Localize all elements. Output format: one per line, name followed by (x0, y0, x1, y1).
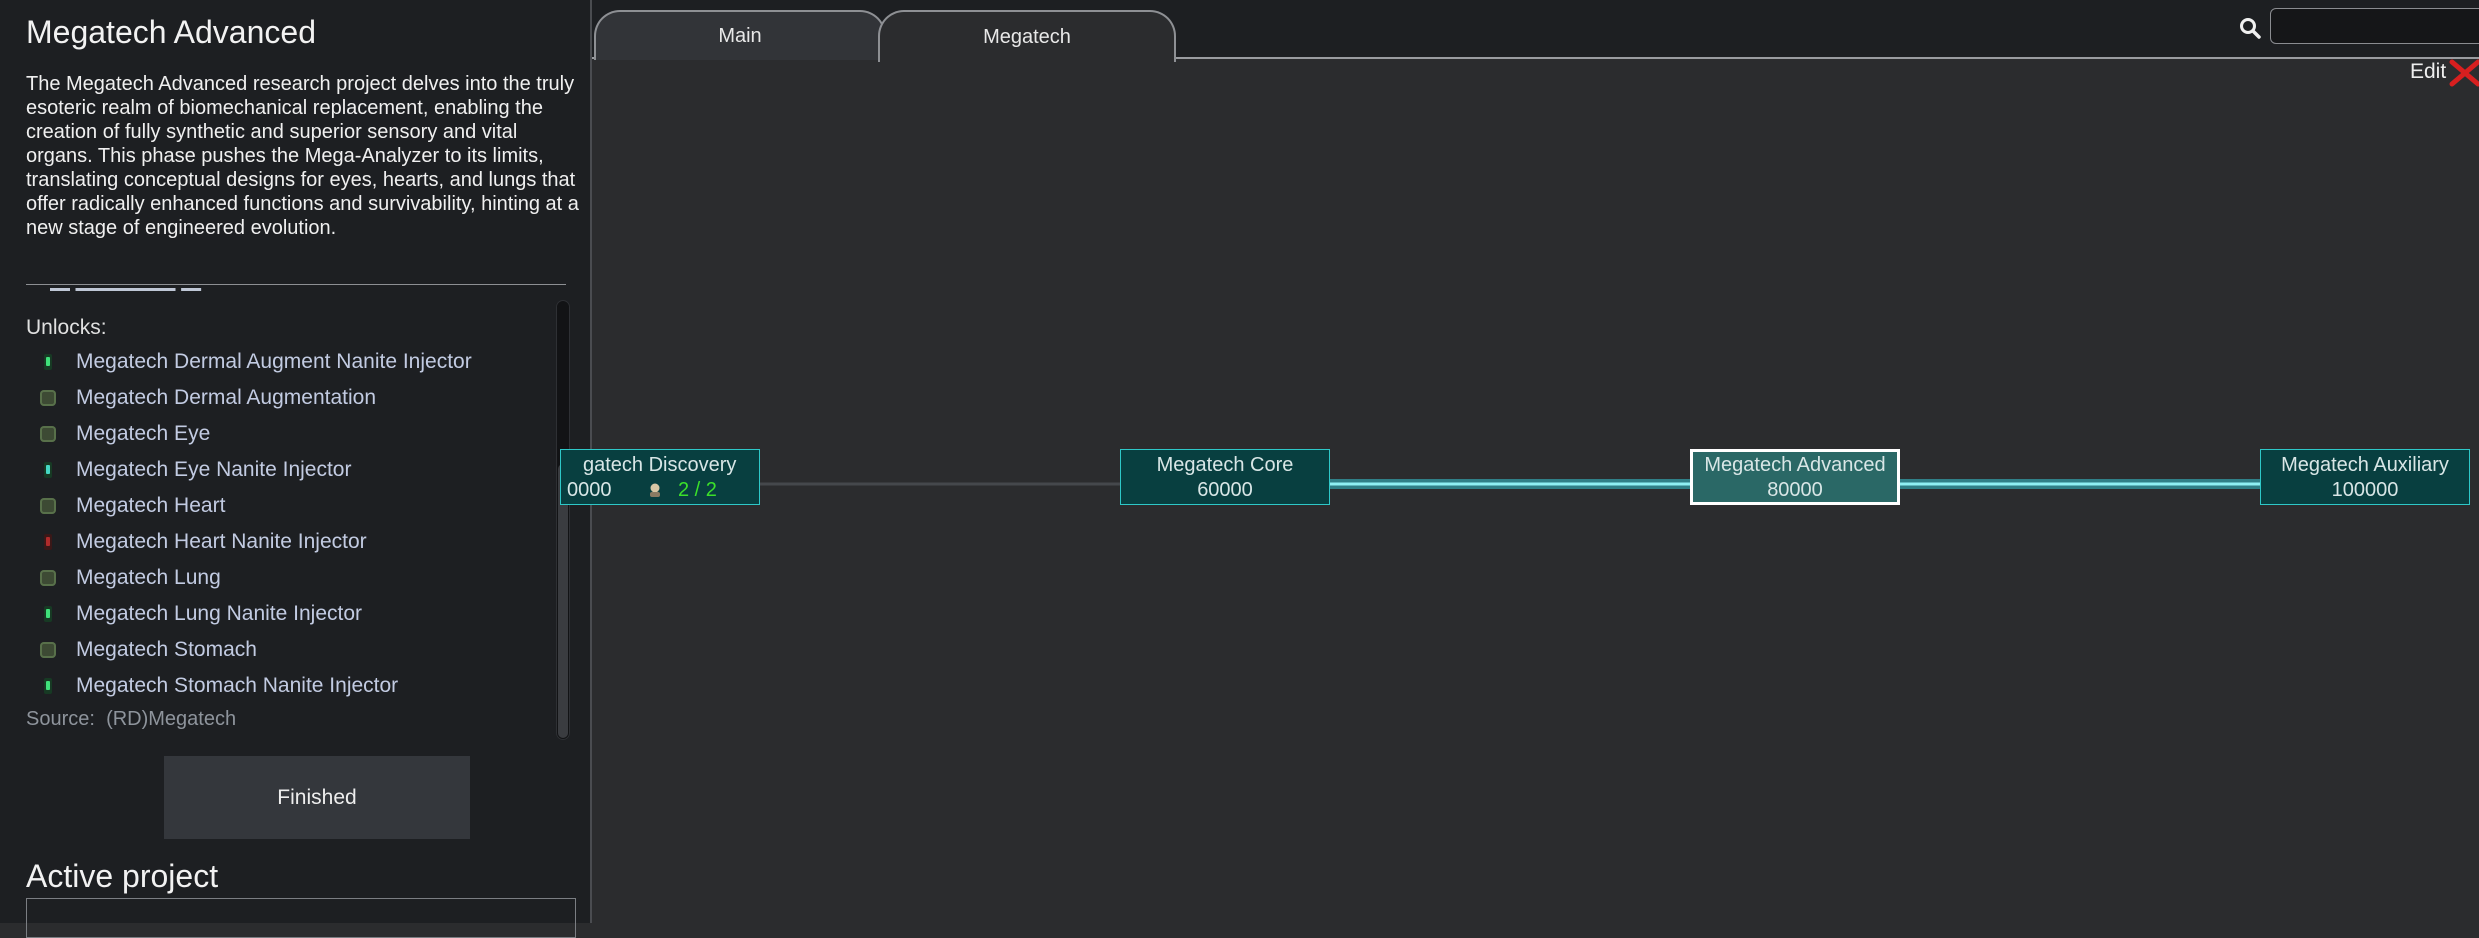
tab-megatech[interactable]: Megatech (878, 10, 1176, 62)
tree-node-megatech-advanced[interactable]: Megatech Advanced 80000 (1690, 449, 1900, 505)
unlock-item-label: Megatech Stomach Nanite Injector (76, 674, 399, 697)
unlock-item[interactable]: Megatech Stomach (26, 632, 546, 668)
nanite-injector-green-icon (44, 678, 52, 694)
tree-node-megatech-discovery[interactable]: gatech Discovery 0000 2 / 2 (560, 449, 760, 505)
node-name: Megatech Core (1156, 454, 1294, 476)
implant-icon (40, 642, 56, 658)
unlock-item-label: Megatech Dermal Augment Nanite Injector (76, 350, 472, 373)
unlock-item-label: Megatech Heart Nanite Injector (76, 530, 367, 553)
unlock-item-label: Megatech Eye (76, 422, 211, 445)
unlock-item-label: Megatech Dermal Augmentation (76, 386, 376, 409)
implant-icon (40, 498, 56, 514)
unlocks-scroll-area[interactable]: ▬ ▬▬▬▬▬ ▬ Unlocks: Megatech Dermal Augme… (26, 288, 546, 740)
implant-icon (40, 426, 56, 442)
project-info-panel: Megatech Advanced The Megatech Advanced … (0, 0, 592, 938)
project-description: The Megatech Advanced research project d… (26, 73, 579, 239)
search-icon[interactable] (2238, 16, 2262, 40)
unlock-item[interactable]: Megatech Eye Nanite Injector (26, 452, 546, 488)
divider (26, 284, 566, 285)
unlocks-heading: Unlocks: (26, 316, 107, 339)
unlock-item[interactable]: Megatech Heart (26, 488, 546, 524)
node-progress: 2 / 2 (678, 479, 717, 501)
unlock-item[interactable]: Megatech Dermal Augment Nanite Injector (26, 344, 546, 380)
unlock-item[interactable]: Megatech Lung (26, 560, 546, 596)
scrollbar-thumb[interactable] (558, 464, 568, 738)
unlock-item[interactable]: Megatech Lung Nanite Injector (26, 596, 546, 632)
tab-main[interactable]: Main (594, 10, 886, 60)
unlock-item-label: Megatech Lung (76, 566, 221, 589)
clipped-previous-line: ▬ ▬▬▬▬▬ ▬ (26, 288, 326, 300)
source-value: (RD)Megatech (106, 708, 237, 730)
tech-tree-canvas[interactable] (592, 58, 2479, 923)
node-cost: 0000 (567, 479, 612, 501)
implant-icon (40, 570, 56, 586)
unlock-item-label: Megatech Stomach (76, 638, 257, 661)
source-line: Source: (RD)Megatech (26, 708, 236, 731)
unlock-item-label: Megatech Lung Nanite Injector (76, 602, 363, 625)
unlock-item-label: Megatech Heart (76, 494, 226, 517)
nanite-injector-green-icon (44, 606, 52, 622)
tree-node-megatech-core[interactable]: Megatech Core 60000 (1120, 449, 1330, 505)
finished-button[interactable]: Finished (164, 756, 470, 839)
node-name: Megatech Advanced (1704, 454, 1886, 476)
tree-node-megatech-auxiliary[interactable]: Megatech Auxiliary 100000 (2260, 449, 2470, 505)
nanite-injector-teal-icon (44, 462, 52, 478)
active-project-box (26, 898, 576, 938)
nanite-injector-red-icon (44, 534, 52, 550)
unlock-item[interactable]: Megatech Eye (26, 416, 546, 452)
nanite-injector-green-icon (44, 354, 52, 370)
node-cost: 60000 (1197, 479, 1253, 501)
source-label: Source: (26, 708, 95, 730)
node-name: Megatech Auxiliary (2281, 454, 2449, 476)
active-project-heading: Active project (26, 858, 219, 894)
search-input[interactable] (2270, 8, 2479, 44)
node-name: gatech Discovery (583, 454, 737, 476)
implant-icon (40, 390, 56, 406)
colonist-icon (650, 483, 660, 497)
project-title: Megatech Advanced (26, 14, 316, 50)
unlock-item[interactable]: Megatech Stomach Nanite Injector (26, 668, 546, 704)
node-cost: 80000 (1767, 479, 1823, 501)
node-cost: 100000 (2331, 479, 2399, 501)
unlock-item[interactable]: Megatech Heart Nanite Injector (26, 524, 546, 560)
unlock-item[interactable]: Megatech Dermal Augmentation (26, 380, 546, 416)
unlock-item-label: Megatech Eye Nanite Injector (76, 458, 352, 481)
